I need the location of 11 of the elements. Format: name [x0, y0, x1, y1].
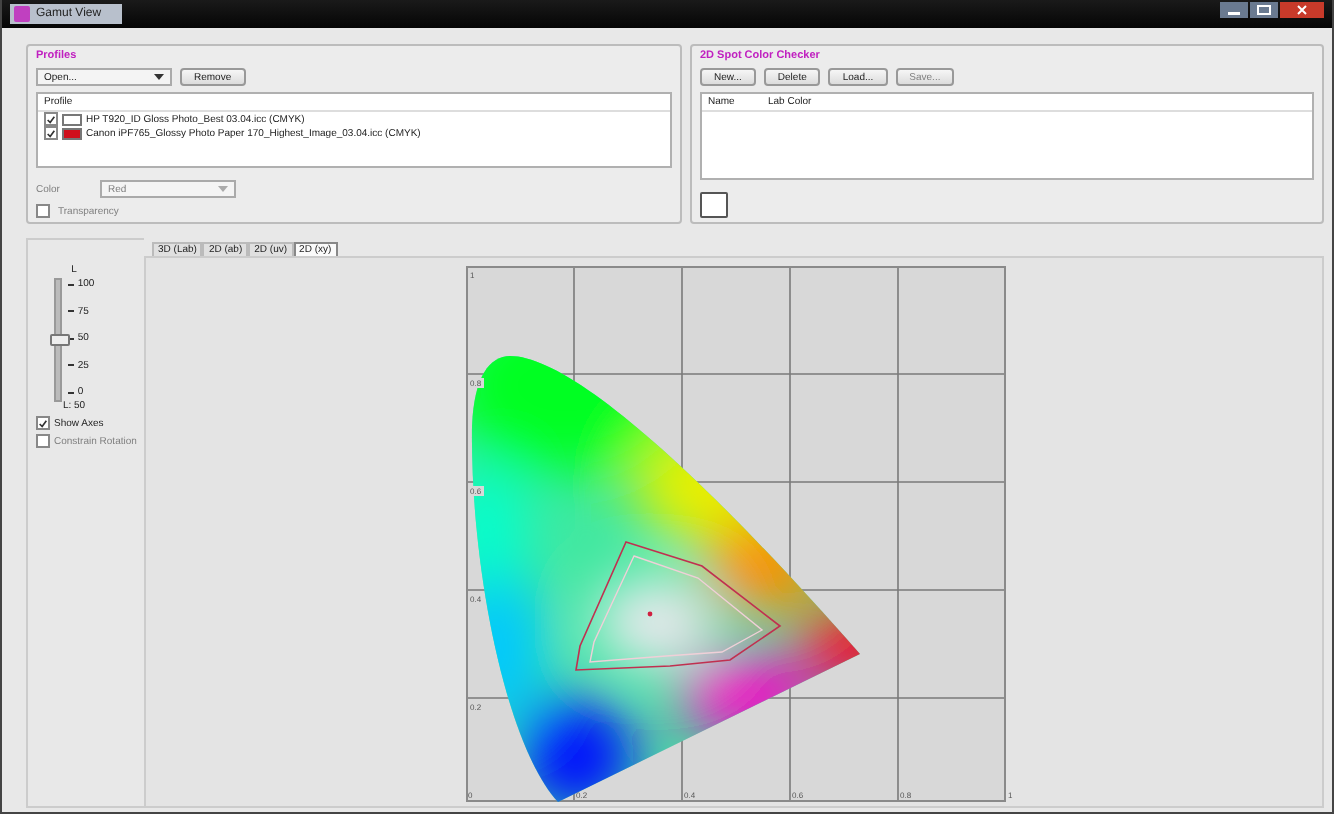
checkbox[interactable]: [44, 112, 58, 126]
minimize-icon[interactable]: [1220, 2, 1248, 18]
app-icon: [14, 6, 30, 22]
maximize-icon[interactable]: [1250, 2, 1278, 18]
color-preview-swatch: [700, 191, 728, 218]
caret-icon: [217, 186, 228, 192]
caret-icon: [154, 74, 164, 80]
checkbox[interactable]: [36, 416, 50, 430]
checkbox[interactable]: [44, 126, 58, 140]
close-icon[interactable]: [1280, 2, 1324, 18]
slider-thumb[interactable]: [49, 334, 70, 346]
